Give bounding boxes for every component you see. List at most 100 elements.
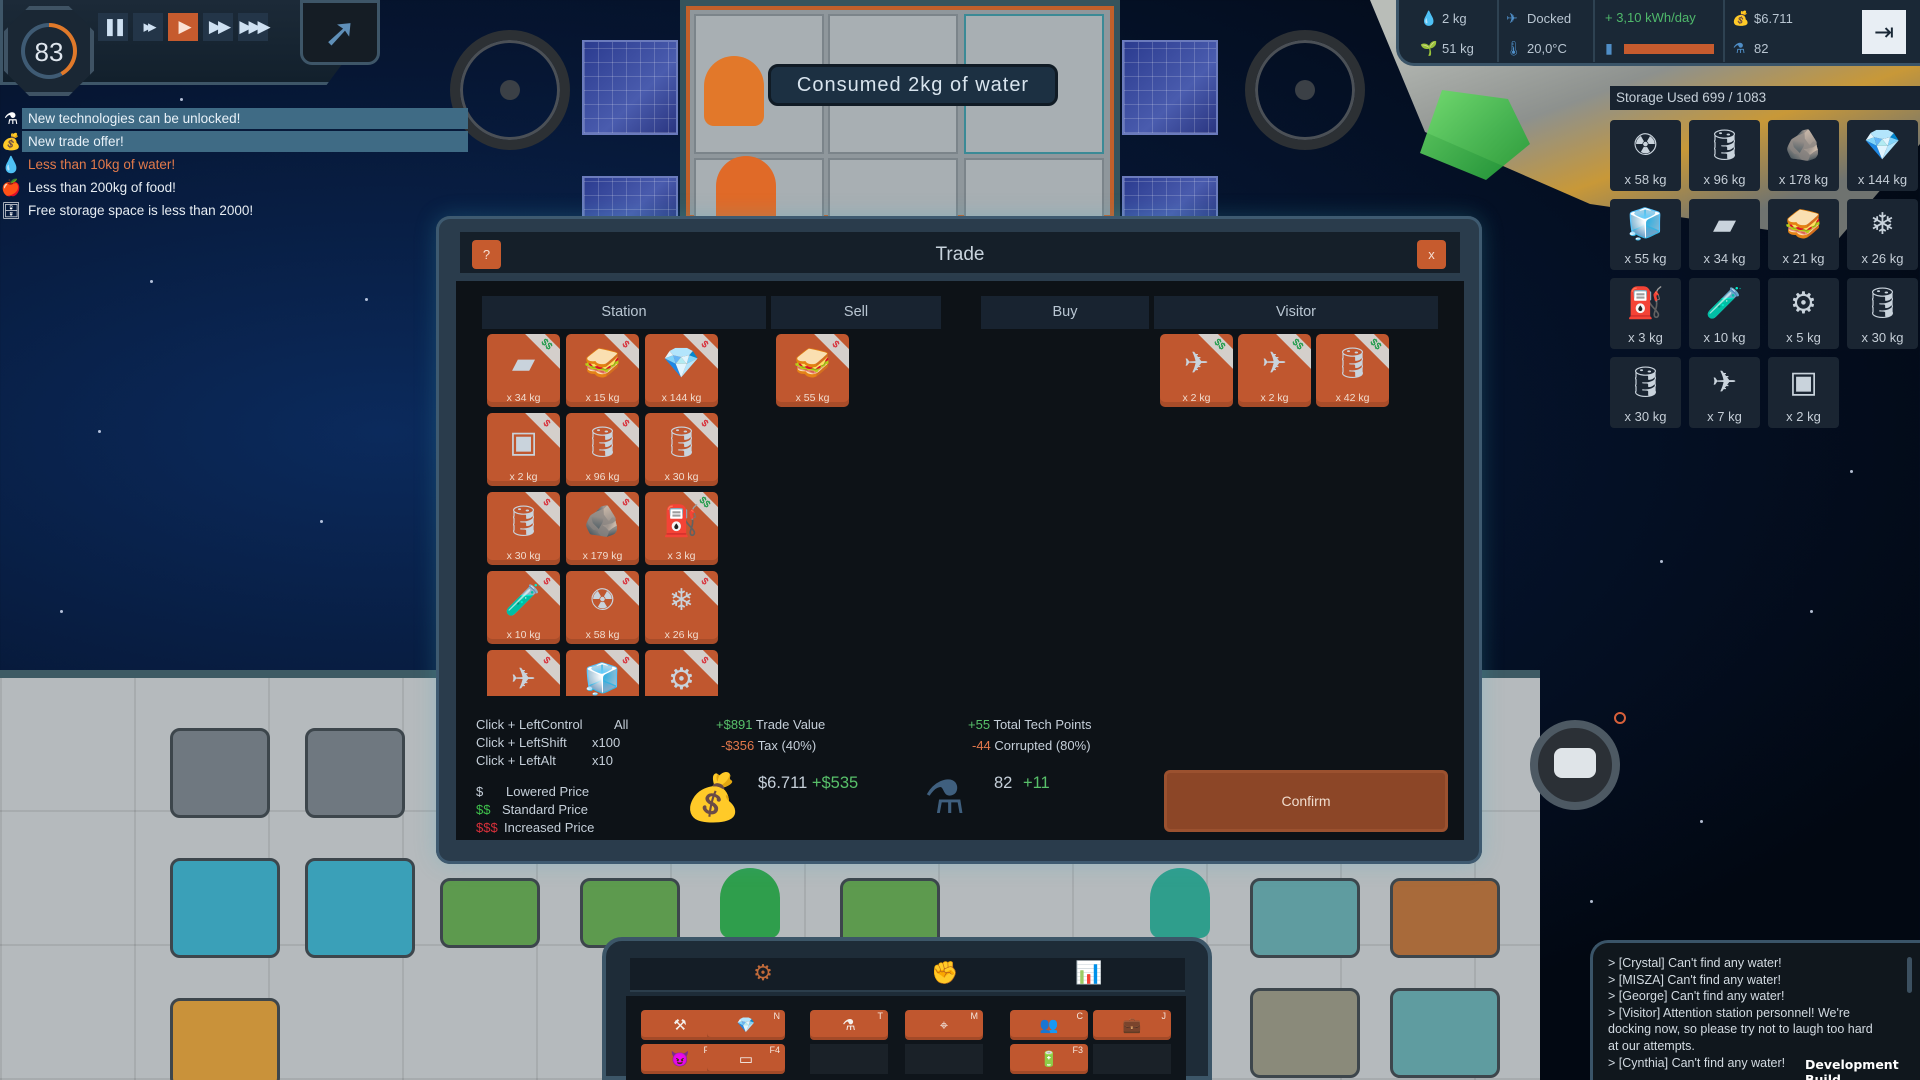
price-symbol: $$$	[476, 820, 498, 835]
trade-slot-metal-ingot[interactable]: $$ ▰ x 34 kg	[487, 334, 560, 407]
chat-line: > [Crystal] Can't find any water!	[1608, 956, 1782, 970]
trade-slot-drone[interactable]: $ ✈	[487, 650, 560, 696]
trade-slot-food[interactable]: $ 🥪 x 15 kg	[566, 334, 639, 407]
crew-member[interactable]	[704, 56, 764, 126]
notification-item[interactable]: 🍎 Less than 200kg of food!	[0, 177, 176, 198]
trade-slot-metal-ore[interactable]: $ 🪨 x 179 kg	[566, 492, 639, 565]
trade-slot-white-crystal[interactable]: $ ❄ x 26 kg	[645, 571, 718, 644]
power-storage: ▮	[1602, 40, 1714, 57]
trade-slot-green-crystal[interactable]: $ 💎 x 144 kg	[645, 334, 718, 407]
storage-slot-ice-block[interactable]: 🧊 x 55 kg	[1610, 199, 1681, 270]
storage-slot-green-fuel-barrel[interactable]: 🛢 x 96 kg	[1689, 120, 1760, 191]
storage-slot-canister[interactable]: ⛽ x 3 kg	[1610, 278, 1681, 349]
storage-slot-green-bottle[interactable]: 🧪 x 10 kg	[1689, 278, 1760, 349]
speed-pause-button[interactable]: ❚❚	[98, 13, 128, 41]
help-button[interactable]: ?	[472, 240, 501, 269]
column-header-station: Station	[482, 296, 766, 329]
trade-slot-canister[interactable]: $$ ⛽ x 3 kg	[645, 492, 718, 565]
toolbar-map-button[interactable]: ⌖ M	[905, 1010, 983, 1040]
notification-item[interactable]: 🗄 Free storage space is less than 2000!	[0, 200, 253, 221]
green-fuel-barrel-icon: 🛢	[1333, 347, 1372, 380]
trade-qty: x 34 kg	[506, 392, 541, 404]
trade-slot-lh2-barrel[interactable]: $ 🛢 x 30 kg	[487, 492, 560, 565]
toolbar-research-button[interactable]: ⚗ T	[810, 1010, 888, 1040]
speed-fastest-button[interactable]: ▶▶▶	[238, 13, 271, 41]
fist-icon[interactable]: ✊	[930, 960, 960, 990]
storage-slot-metal-ore[interactable]: 🪨 x 178 kg	[1768, 120, 1839, 191]
storage-grid: ☢ x 58 kg 🛢 x 96 kg 🪨 x 178 kg 💎 x 144 kg 🧊 x 55 …	[1610, 120, 1920, 428]
money-icon: 💰	[1732, 10, 1750, 26]
trade-slot-green-fuel-barrel[interactable]: $ 🛢 x 96 kg	[566, 413, 639, 486]
speed-slow-button[interactable]: ▸▸	[133, 13, 163, 41]
water-readout: 💧 2 kg	[1420, 10, 1467, 27]
trade-slot-radioactive-barrel[interactable]: $ ☢ x 58 kg	[566, 571, 639, 644]
build-icon: ⚒	[673, 1017, 687, 1034]
storage-slot-green-crystal[interactable]: 💎 x 144 kg	[1847, 120, 1918, 191]
trade-title: Trade	[935, 244, 985, 265]
confirm-button[interactable]: Confirm	[1164, 770, 1448, 832]
food-icon: 🥪	[793, 347, 832, 380]
crew-member[interactable]	[720, 868, 780, 938]
exit-button[interactable]: ⇥	[1862, 10, 1906, 54]
toolbar-resources-button[interactable]: 💎 N	[707, 1010, 785, 1040]
trade-slot-food[interactable]: $ 🥪 x 55 kg	[776, 334, 849, 407]
flask-icon: ⚗	[3, 110, 19, 128]
storage-slot-lh2-barrel[interactable]: 🛢 x 30 kg	[1610, 357, 1681, 428]
storage-slot-lox-barrel[interactable]: 🛢 x 30 kg	[1847, 278, 1918, 349]
notification-item[interactable]: 💰 New trade offer!	[0, 131, 468, 152]
food-icon: 🥪	[583, 347, 622, 380]
toolbar-jobs-button[interactable]: 💼 J	[1093, 1010, 1171, 1040]
trade-slot-lox-barrel[interactable]: $ 🛢 x 30 kg	[645, 413, 718, 486]
storage-slot-microchip[interactable]: ▣ x 2 kg	[1768, 357, 1839, 428]
notification-item[interactable]: 💧 Less than 10kg of water!	[0, 154, 175, 175]
toolbar-crew-button[interactable]: 👥 C	[1010, 1010, 1088, 1040]
storage-qty: x 26 kg	[1861, 251, 1904, 266]
storage-qty: x 178 kg	[1778, 172, 1829, 187]
storage-slot-metal-ingot[interactable]: ▰ x 34 kg	[1689, 199, 1760, 270]
robot-arm-icon: ⚙	[668, 663, 695, 696]
tech-total-amount: +55	[968, 717, 991, 732]
column-header-buy: Buy	[981, 296, 1149, 329]
gear-icon[interactable]: ⚙	[748, 960, 778, 990]
toolbar-power-button[interactable]: 🔋 F3	[1010, 1044, 1088, 1074]
speed-normal-button[interactable]: ▶	[168, 13, 198, 41]
storage-qty: x 10 kg	[1703, 330, 1746, 345]
station-item-list[interactable]: $$ ▰ x 34 kg $ 🥪 x 15 kg $ 💎 x 144 kg $ ▣ x 2 kg $ 🛢 x…	[480, 333, 730, 696]
storage-slot-robot-arm[interactable]: ⚙ x 5 kg	[1768, 278, 1839, 349]
storage-slot-white-crystal[interactable]: ❄ x 26 kg	[1847, 199, 1918, 270]
thermometer-icon: 🌡	[1505, 40, 1523, 56]
trade-slot-green-bottle[interactable]: $ 🧪 x 10 kg	[487, 571, 560, 644]
hotkey-combo: Click + LeftShift	[476, 735, 567, 750]
dock-status: ✈ Docked	[1505, 10, 1571, 27]
trade-slot-microchip[interactable]: $ ▣ x 2 kg	[487, 413, 560, 486]
storage-slot-drone[interactable]: ✈ x 7 kg	[1689, 357, 1760, 428]
storage-slot-radioactive-barrel[interactable]: ☢ x 58 kg	[1610, 120, 1681, 191]
trade-slot-green-fuel-barrel[interactable]: $$ 🛢 x 42 kg	[1316, 334, 1389, 407]
storage-qty: x 144 kg	[1857, 172, 1908, 187]
storage-icon: 🗄	[0, 202, 22, 220]
storage-qty: x 3 kg	[1628, 330, 1663, 345]
column-header-sell: Sell	[771, 296, 941, 329]
hotkey-label: N	[773, 1011, 781, 1021]
notification-item[interactable]: ⚗ New technologies can be unlocked!	[0, 108, 468, 129]
trade-slot-ice-block[interactable]: $ 🧊	[566, 650, 639, 696]
trade-slot-drone[interactable]: $$ ✈ x 2 kg	[1238, 334, 1311, 407]
crew-member[interactable]	[1150, 868, 1210, 938]
visitor-ship[interactable]	[1530, 720, 1620, 810]
flask-icon: ⚗	[1732, 40, 1746, 56]
hotkey-label: C	[1076, 1011, 1084, 1021]
cursor-mode-button[interactable]: ➚	[300, 0, 380, 65]
trade-qty: x 58 kg	[585, 629, 620, 641]
resources-icon: 💎	[736, 1017, 756, 1034]
storage-slot-food[interactable]: 🥪 x 21 kg	[1768, 199, 1839, 270]
crew-icon: 👥	[1039, 1017, 1059, 1034]
chart-icon[interactable]: 📊	[1074, 960, 1104, 990]
trade-slot-drone[interactable]: $$ ✈ x 2 kg	[1160, 334, 1233, 407]
close-button[interactable]: x	[1417, 240, 1446, 269]
speed-fast-button[interactable]: ▶▶	[203, 13, 233, 41]
trade-slot-robot-arm[interactable]: $ ⚙	[645, 650, 718, 696]
food-icon: 🍎	[1, 179, 21, 197]
chat-scrollbar[interactable]	[1907, 957, 1912, 993]
toolbar-storage-button[interactable]: ▭ F4	[707, 1044, 785, 1074]
green-bottle-icon: 🧪	[504, 584, 543, 617]
